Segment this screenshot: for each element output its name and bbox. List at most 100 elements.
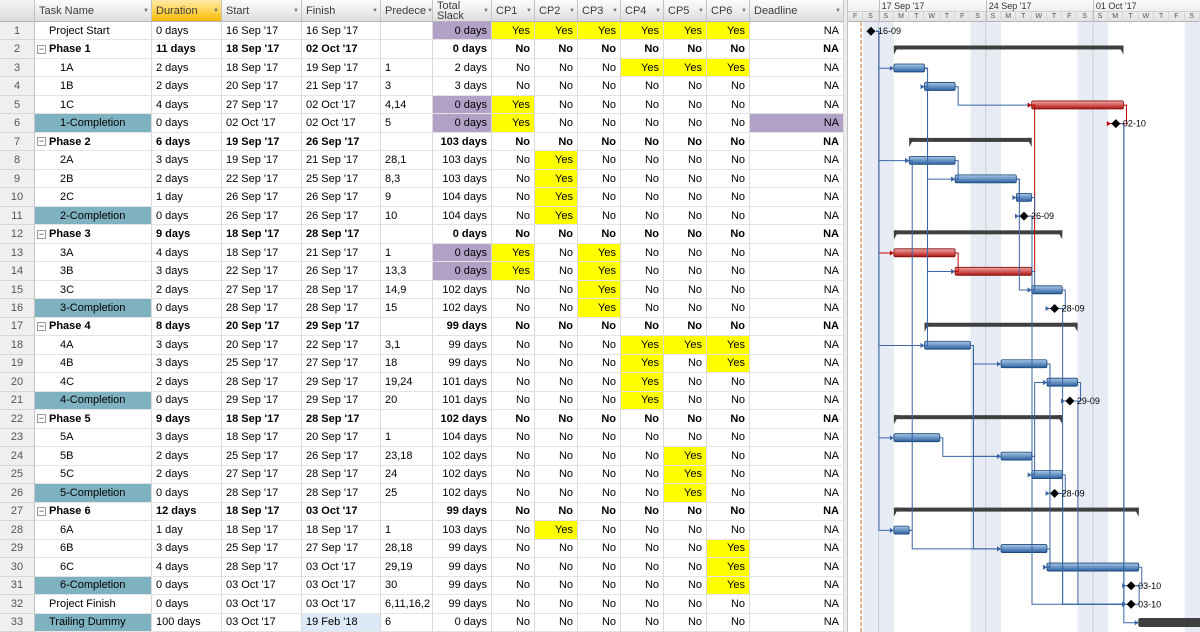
row-number[interactable]: 6 xyxy=(0,114,35,133)
cp4-cell[interactable]: No xyxy=(621,558,664,577)
start-cell[interactable]: 20 Sep '17 xyxy=(222,77,302,96)
cp4-cell[interactable]: No xyxy=(621,243,664,263)
finish-cell[interactable]: 26 Sep '17 xyxy=(302,188,381,207)
cp2-cell[interactable]: No xyxy=(535,114,578,133)
finish-cell[interactable]: 21 Sep '17 xyxy=(302,151,381,170)
cp1-cell[interactable]: No xyxy=(492,336,535,355)
deadline-cell[interactable]: NA xyxy=(750,410,844,429)
cp5-cell[interactable]: No xyxy=(664,391,707,411)
cp1-cell[interactable]: No xyxy=(492,428,535,448)
duration-cell[interactable]: 4 days xyxy=(152,243,222,263)
slack-cell[interactable]: 0 days xyxy=(433,22,492,41)
slack-cell[interactable]: 102 days xyxy=(433,299,492,318)
cp5-cell[interactable]: No xyxy=(664,595,707,614)
finish-cell[interactable]: 25 Sep '17 xyxy=(302,169,381,189)
task-bar[interactable] xyxy=(1000,359,1048,369)
filter-arrow-icon[interactable]: ▼ xyxy=(654,6,661,16)
cp3-cell[interactable]: No xyxy=(578,114,621,133)
cp6-cell[interactable]: No xyxy=(707,280,750,300)
start-cell[interactable]: 28 Sep '17 xyxy=(222,373,302,392)
row-number[interactable]: 17 xyxy=(0,317,35,337)
cp6-cell[interactable]: Yes xyxy=(707,576,750,596)
start-cell[interactable]: 03 Oct '17 xyxy=(222,613,302,632)
cp2-cell[interactable]: No xyxy=(535,280,578,300)
filter-arrow-icon[interactable]: ▼ xyxy=(697,6,704,16)
finish-cell[interactable]: 27 Sep '17 xyxy=(302,354,381,374)
finish-cell[interactable]: 02 Oct '17 xyxy=(302,114,381,133)
task-name-cell[interactable]: 5C xyxy=(35,465,152,485)
task-bar[interactable] xyxy=(893,63,925,73)
deadline-cell[interactable]: NA xyxy=(750,521,844,540)
slack-cell[interactable]: 0 days xyxy=(433,243,492,263)
pred-cell[interactable]: 29,19 xyxy=(381,558,433,577)
cp6-cell[interactable]: No xyxy=(707,151,750,170)
deadline-cell[interactable]: NA xyxy=(750,354,844,374)
cp1-cell[interactable]: No xyxy=(492,77,535,96)
start-cell[interactable]: 25 Sep '17 xyxy=(222,447,302,466)
finish-cell[interactable]: 03 Oct '17 xyxy=(302,595,381,614)
pred-cell[interactable]: 14,9 xyxy=(381,280,433,300)
cp5-cell[interactable]: No xyxy=(664,502,707,522)
row-number[interactable]: 27 xyxy=(0,502,35,522)
finish-cell[interactable]: 18 Sep '17 xyxy=(302,521,381,540)
duration-cell[interactable]: 3 days xyxy=(152,539,222,559)
cp6-cell[interactable]: No xyxy=(707,595,750,614)
duration-cell[interactable]: 0 days xyxy=(152,576,222,596)
row-number[interactable]: 20 xyxy=(0,373,35,392)
start-cell[interactable]: 28 Sep '17 xyxy=(222,299,302,318)
deadline-cell[interactable]: NA xyxy=(750,539,844,559)
task-name-cell[interactable]: 6C xyxy=(35,558,152,577)
cp3-cell[interactable]: No xyxy=(578,428,621,448)
task-bar[interactable] xyxy=(893,525,910,535)
start-cell[interactable]: 27 Sep '17 xyxy=(222,280,302,300)
filter-arrow-icon[interactable]: ▼ xyxy=(371,6,378,16)
pred-cell[interactable]: 28,1 xyxy=(381,151,433,170)
cp1-cell[interactable]: No xyxy=(492,613,535,632)
task-name-cell[interactable]: Project Start xyxy=(35,22,152,41)
task-name-cell[interactable]: 1B xyxy=(35,77,152,96)
duration-cell[interactable]: 0 days xyxy=(152,391,222,411)
row-number[interactable]: 31 xyxy=(0,576,35,596)
slack-cell[interactable]: 103 days xyxy=(433,521,492,540)
cp5-cell[interactable]: Yes xyxy=(664,58,707,78)
task-name-cell[interactable]: − Phase 6 xyxy=(35,502,152,522)
summary-bar[interactable] xyxy=(924,322,1078,327)
cp5-cell[interactable]: Yes xyxy=(664,22,707,41)
cp5-cell[interactable]: No xyxy=(664,521,707,540)
cp3-cell[interactable]: No xyxy=(578,465,621,485)
cp6-cell[interactable]: No xyxy=(707,613,750,632)
deadline-cell[interactable]: NA xyxy=(750,243,844,263)
start-cell[interactable]: 22 Sep '17 xyxy=(222,169,302,189)
pred-cell[interactable]: 6 xyxy=(381,613,433,632)
deadline-cell[interactable]: NA xyxy=(750,58,844,78)
finish-cell[interactable]: 29 Sep '17 xyxy=(302,391,381,411)
filter-arrow-icon[interactable]: ▼ xyxy=(292,6,299,16)
finish-cell[interactable]: 03 Oct '17 xyxy=(302,576,381,596)
cp3-cell[interactable]: No xyxy=(578,206,621,226)
cp2-cell[interactable]: No xyxy=(535,225,578,244)
start-cell[interactable]: 18 Sep '17 xyxy=(222,40,302,59)
task-bar[interactable] xyxy=(1046,562,1140,572)
task-bar[interactable] xyxy=(1031,285,1063,295)
cp4-cell[interactable]: No xyxy=(621,595,664,614)
cp6-cell[interactable]: No xyxy=(707,299,750,318)
milestone-diamond-icon[interactable] xyxy=(1065,396,1075,406)
deadline-cell[interactable]: NA xyxy=(750,225,844,244)
cp4-cell[interactable]: No xyxy=(621,502,664,522)
cp4-cell[interactable]: No xyxy=(621,132,664,152)
cp4-cell[interactable]: No xyxy=(621,484,664,503)
pred-cell[interactable] xyxy=(381,40,433,59)
cp6-cell[interactable]: No xyxy=(707,502,750,522)
deadline-cell[interactable]: NA xyxy=(750,188,844,207)
task-bar[interactable] xyxy=(1031,470,1063,480)
pred-cell[interactable]: 18 xyxy=(381,354,433,374)
task-name-cell[interactable]: − Phase 4 xyxy=(35,317,152,337)
cp6-cell[interactable]: No xyxy=(707,391,750,411)
cp4-cell[interactable]: Yes xyxy=(621,336,664,355)
start-cell[interactable]: 16 Sep '17 xyxy=(222,22,302,41)
cp5-cell[interactable]: No xyxy=(664,114,707,133)
pred-cell[interactable]: 25 xyxy=(381,484,433,503)
cp3-cell[interactable]: No xyxy=(578,58,621,78)
cp5-cell[interactable]: No xyxy=(664,132,707,152)
row-number[interactable]: 3 xyxy=(0,58,35,78)
